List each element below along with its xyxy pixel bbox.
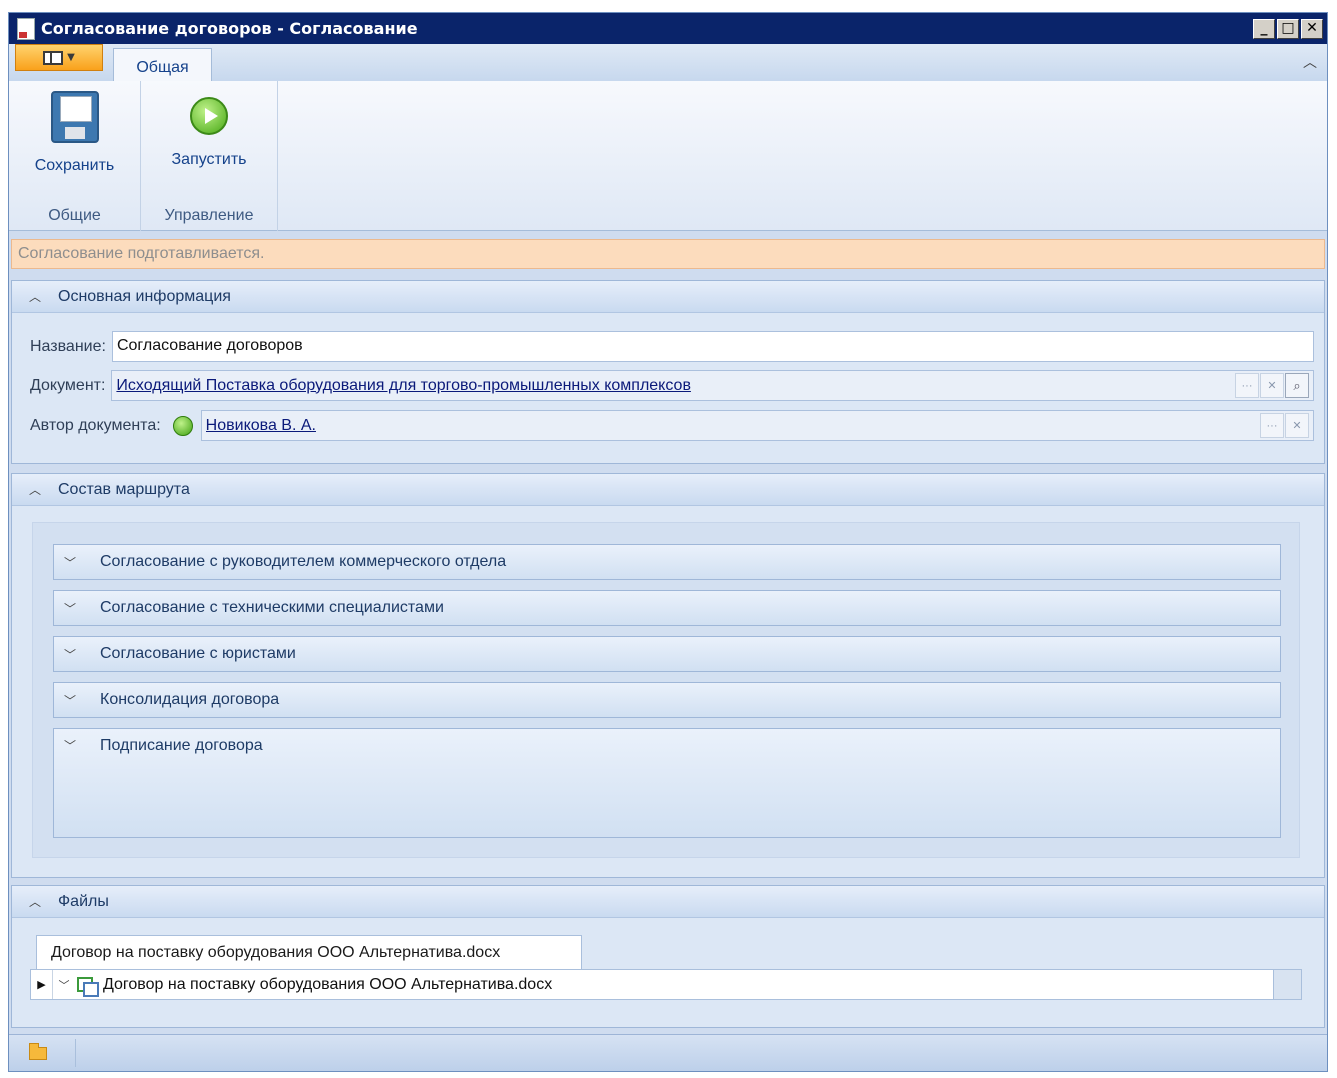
main-info-panel: ︿ Основная информация Название: Согласов… [11, 280, 1325, 464]
status-separator [75, 1039, 76, 1067]
document-link[interactable]: Исходящий Поставка оборудования для торг… [116, 377, 1234, 395]
expand-arrow-icon[interactable]: ▶ [31, 970, 53, 999]
route-stage-label: Согласование с техническими специалистам… [100, 599, 444, 616]
route-header[interactable]: ︿ Состав маршрута [12, 474, 1324, 506]
clear-icon[interactable]: ✕ [1260, 373, 1284, 398]
main-info-header[interactable]: ︿ Основная информация [12, 281, 1324, 313]
window-title: Согласование договоров - Согласование [41, 19, 418, 38]
folder-icon[interactable] [29, 1043, 47, 1060]
route-stage[interactable]: ﹀ Согласование с руководителем коммерчес… [53, 544, 1281, 580]
play-icon [190, 97, 228, 135]
status-banner: Согласование подготавливается. [11, 239, 1325, 269]
document-row: Документ: Исходящий Поставка оборудовани… [30, 370, 1314, 401]
document-icon [17, 17, 35, 40]
chevron-down-icon[interactable]: ﹀ [54, 737, 86, 754]
ellipsis-button[interactable]: ··· [1235, 373, 1259, 398]
file-row[interactable]: ▶ ﹀ Договор на поставку оборудования ООО… [30, 969, 1302, 1000]
group-label-control: Управление [164, 207, 254, 224]
route-stage[interactable]: ﹀ Консолидация договора [53, 682, 1281, 718]
clear-icon[interactable]: ✕ [1285, 413, 1309, 438]
layout-icon [43, 50, 64, 65]
close-button[interactable]: ✕ [1301, 18, 1323, 39]
run-label: Запустить [171, 151, 247, 168]
route-stages-area: ﹀ Согласование с руководителем коммерчес… [32, 522, 1300, 858]
ribbon-group-control: Запустить Управление [141, 81, 278, 231]
route-stage[interactable]: ﹀ Согласование с техническими специалист… [53, 590, 1281, 626]
chevron-down-icon[interactable]: ﹀ [54, 692, 86, 709]
chevron-down-icon[interactable]: ﹀ [53, 977, 75, 993]
route-stage[interactable]: ﹀ Согласование с юристами [53, 636, 1281, 672]
route-stage-label: Подписание договора [100, 737, 263, 754]
route-stage-label: Согласование с юристами [100, 645, 296, 662]
chevron-down-icon[interactable]: ﹀ [54, 646, 86, 663]
title-bar[interactable]: Согласование договоров - Согласование _ … [9, 13, 1327, 44]
main-info-title: Основная информация [58, 287, 231, 305]
route-stage-label: Согласование с руководителем коммерческо… [100, 553, 507, 570]
collapse-ribbon-icon[interactable]: ︿ [1303, 52, 1317, 72]
save-label: Сохранить [34, 157, 115, 174]
name-row: Название: Согласование договоров [30, 331, 1314, 362]
author-field[interactable]: Новикова В. А. ··· ✕ [200, 410, 1314, 441]
online-status-icon [172, 415, 193, 436]
maximize-button[interactable]: □ [1277, 18, 1299, 39]
chevron-down-icon[interactable]: ﹀ [54, 600, 86, 617]
route-stage[interactable]: ﹀ Подписание договора [53, 728, 1281, 838]
route-panel: ︿ Состав маршрута ﹀ Согласование с руков… [11, 473, 1325, 878]
name-field[interactable]: Согласование договоров [111, 331, 1314, 362]
file-tab[interactable]: Договор на поставку оборудования ООО Аль… [36, 935, 582, 969]
files-header[interactable]: ︿ Файлы [12, 886, 1324, 918]
group-label-general: Общие [48, 207, 101, 224]
route-title: Состав маршрута [58, 480, 190, 498]
minimize-button[interactable]: _ [1253, 18, 1275, 39]
files-title: Файлы [58, 892, 109, 910]
document-label: Документ: [30, 376, 106, 394]
save-button[interactable]: Сохранить [9, 87, 140, 195]
save-icon [50, 91, 99, 143]
chevron-up-icon[interactable]: ︿ [12, 481, 58, 498]
row-scroll-area [1273, 970, 1301, 999]
chevron-down-icon: ▼ [67, 52, 75, 63]
document-field[interactable]: Исходящий Поставка оборудования для торг… [111, 370, 1314, 401]
author-label: Автор документа: [30, 416, 161, 434]
chevron-up-icon[interactable]: ︿ [12, 893, 58, 910]
ellipsis-button[interactable]: ··· [1260, 413, 1284, 438]
author-link[interactable]: Новикова В. А. [206, 417, 1259, 435]
ribbon-panel: Сохранить Общие Запустить Управление [9, 81, 1327, 231]
open-card-icon[interactable]: ⌕ [1285, 373, 1309, 398]
ribbon-tabstrip: ▼ Общая ︿ [9, 44, 1327, 81]
files-panel: ︿ Файлы Договор на поставку оборудования… [11, 885, 1325, 1028]
chevron-up-icon[interactable]: ︿ [12, 288, 58, 305]
name-label: Название: [30, 337, 106, 355]
file-name[interactable]: Договор на поставку оборудования ООО Аль… [103, 976, 552, 994]
file-versions-icon [77, 976, 99, 997]
chevron-down-icon[interactable]: ﹀ [54, 554, 86, 571]
author-row: Автор документа: Новикова В. А. ··· ✕ [30, 410, 1314, 441]
route-stage-label: Консолидация договора [100, 691, 280, 708]
ribbon-group-general: Сохранить Общие [9, 81, 141, 231]
tab-general[interactable]: Общая [113, 48, 212, 81]
run-button[interactable]: Запустить [141, 87, 277, 195]
status-bar [9, 1034, 1327, 1071]
app-menu-button[interactable]: ▼ [15, 44, 103, 71]
app-window: Согласование договоров - Согласование _ … [8, 12, 1328, 1072]
